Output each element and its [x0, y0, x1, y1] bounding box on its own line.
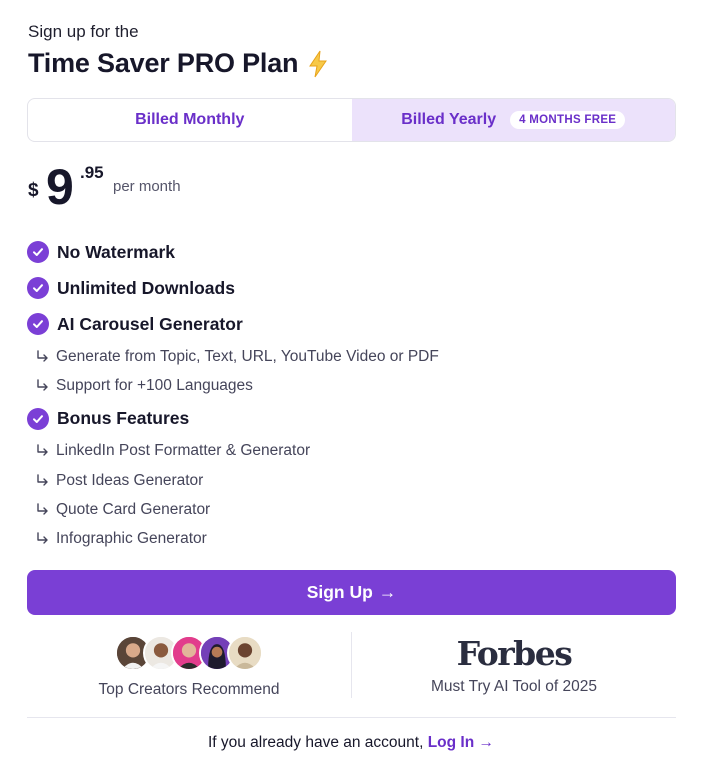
feature-subitem-label: Infographic Generator — [56, 530, 207, 548]
corner-down-right-icon — [37, 349, 48, 362]
feature-list: No Watermark Unlimited Downloads AI Caro… — [27, 234, 667, 554]
price-currency: $ — [28, 180, 39, 201]
feature-subitem: LinkedIn Post Formatter & Generator — [27, 437, 667, 466]
corner-down-right-icon — [37, 532, 48, 544]
corner-down-right-icon — [37, 473, 48, 486]
feature-subitem: Generate from Topic, Text, URL, YouTube … — [27, 342, 667, 371]
feature-label: No Watermark — [57, 241, 175, 262]
feature-subitem-label: Quote Card Generator — [56, 500, 211, 518]
feature-label: AI Carousel Generator — [57, 313, 243, 334]
feature-label: Bonus Features — [57, 408, 190, 429]
billed-monthly-option[interactable]: Billed Monthly — [28, 99, 352, 141]
check-circle-icon — [27, 277, 49, 299]
billed-yearly-option[interactable]: Billed Yearly 4 MONTHS FREE — [351, 99, 675, 141]
feature-subitem: Quote Card Generator — [27, 495, 667, 524]
check-circle-icon — [27, 241, 49, 263]
feature-subitem-label: LinkedIn Post Formatter & Generator — [56, 442, 311, 460]
feature-item: Unlimited Downloads — [27, 270, 667, 306]
feature-subitem-label: Generate from Topic, Text, URL, YouTube … — [56, 347, 439, 365]
arrow-right-icon: → — [378, 582, 397, 602]
kicker-text: Sign up for the — [28, 22, 139, 41]
check-circle-icon — [27, 407, 49, 430]
sign-up-button[interactable]: Sign Up → — [27, 570, 676, 615]
lightning-bolt-icon — [309, 50, 328, 77]
avatar — [227, 635, 263, 671]
price-period: per month — [113, 178, 181, 195]
feature-subitem: Post Ideas Generator — [27, 466, 667, 495]
corner-down-right-icon — [37, 503, 48, 515]
price-cents: .95 — [80, 163, 104, 182]
log-in-label: Log In — [427, 734, 475, 751]
corner-down-right-icon — [37, 444, 48, 456]
feature-label: Unlimited Downloads — [57, 277, 235, 298]
billing-toggle: Billed Monthly Billed Yearly 4 MONTHS FR… — [27, 98, 676, 142]
horizontal-divider — [27, 717, 676, 718]
plan-title-text: Time Saver PRO Plan — [28, 48, 299, 78]
feature-subitem: Infographic Generator — [27, 524, 667, 553]
months-free-badge: 4 MONTHS FREE — [510, 111, 626, 129]
corner-down-right-icon — [37, 379, 48, 391]
login-prompt: If you already have an account, Log In → — [0, 734, 702, 752]
creators-block: Top Creators Recommend — [27, 632, 351, 700]
billed-monthly-label: Billed Monthly — [135, 111, 245, 128]
creators-caption: Top Creators Recommend — [98, 681, 280, 698]
feature-subitem: Support for +100 Languages — [27, 371, 667, 400]
check-circle-icon — [27, 313, 49, 335]
sign-up-label: Sign Up — [306, 582, 373, 602]
feature-item: AI Carousel Generator — [27, 306, 667, 342]
price-whole: 9 — [46, 159, 74, 215]
plan-title: Time Saver PRO Plan — [28, 48, 330, 79]
feature-subitem-label: Support for +100 Languages — [56, 376, 253, 394]
feature-item: No Watermark — [27, 234, 667, 270]
forbes-block: Forbes Must Try AI Tool of 2025 — [352, 632, 676, 700]
arrow-right-icon: → — [478, 734, 495, 751]
feature-subitem-label: Post Ideas Generator — [56, 471, 204, 489]
social-proof: Top Creators Recommend Forbes Must Try A… — [27, 632, 676, 700]
forbes-logo: Forbes — [456, 634, 573, 673]
creator-avatars — [115, 635, 263, 673]
log-in-link[interactable]: Log In → — [428, 734, 494, 751]
billed-yearly-label: Billed Yearly — [401, 111, 497, 128]
forbes-caption: Must Try AI Tool of 2025 — [431, 678, 597, 695]
login-prompt-text: If you already have an account, — [207, 734, 424, 751]
feature-item: Bonus Features — [27, 401, 667, 437]
